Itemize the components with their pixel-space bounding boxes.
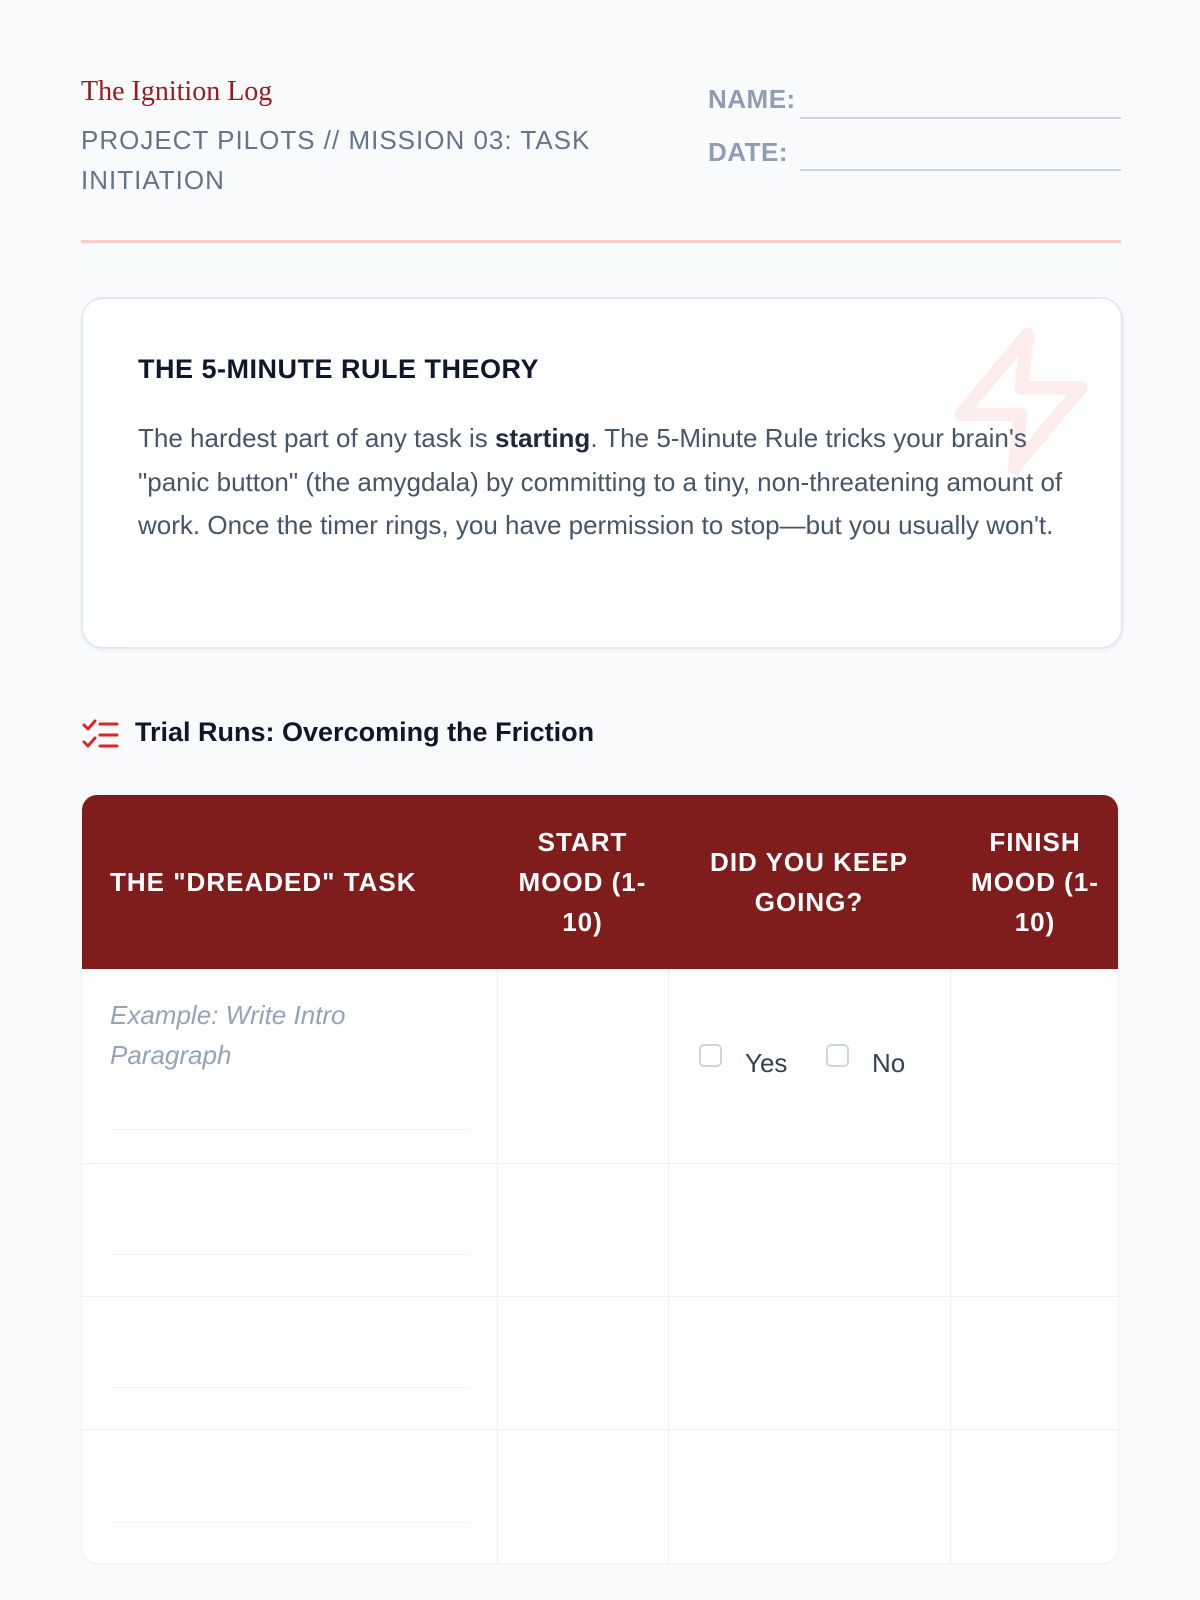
- table-row: [82, 1297, 1118, 1430]
- task-write-line[interactable]: [110, 1522, 470, 1523]
- header-divider: [81, 240, 1121, 243]
- section-title: Trial Runs: Overcoming the Friction: [135, 717, 595, 747]
- theory-text: The hardest part of any task is starting…: [138, 417, 1078, 548]
- column-header-keep-going: DID YOU KEEP GOING?: [710, 847, 908, 917]
- example-task: Example: Write Intro Paragraph: [110, 1000, 346, 1070]
- brand-title: The Ignition Log: [81, 76, 273, 107]
- table-header: THE "DREADED" TASK START MOOD (1-10) DID…: [82, 795, 1118, 969]
- student-info: NAME: DATE:: [708, 82, 1121, 188]
- yes-checkbox[interactable]: [699, 1044, 722, 1067]
- trial-runs-table: THE "DREADED" TASK START MOOD (1-10) DID…: [81, 794, 1119, 1564]
- column-header-start-mood: START MOOD (1-10): [518, 827, 647, 937]
- task-write-line[interactable]: [110, 1387, 470, 1388]
- date-row: DATE:: [708, 135, 1121, 188]
- theory-text-emphasis: starting: [494, 423, 591, 453]
- column-header-task: THE "DREADED" TASK: [110, 867, 417, 897]
- column-header-finish-mood: FINISH MOOD (1-10): [971, 827, 1099, 937]
- theory-title: THE 5-MINUTE RULE THEORY: [138, 354, 540, 384]
- no-label: No: [872, 1048, 906, 1078]
- task-write-line[interactable]: [110, 1129, 470, 1130]
- date-label: DATE:: [708, 137, 789, 167]
- name-label: NAME:: [708, 84, 796, 114]
- no-checkbox[interactable]: [826, 1044, 849, 1067]
- worksheet-header: The Ignition Log PROJECT PILOTS // MISSI…: [81, 72, 1121, 242]
- checklist-icon: [82, 719, 119, 748]
- table-row: [82, 1164, 1118, 1297]
- table-row: [82, 1430, 1118, 1563]
- mission-subtitle: PROJECT PILOTS // MISSION 03: TASK INITI…: [81, 125, 591, 195]
- theory-text-start: The hardest part of any task is: [138, 423, 495, 453]
- yes-label: Yes: [745, 1048, 788, 1078]
- worksheet-page: The Ignition Log PROJECT PILOTS // MISSI…: [0, 0, 1200, 1600]
- table-row-example: Example: Write Intro Paragraph Yes No: [82, 969, 1118, 1164]
- section-heading: Trial Runs: Overcoming the Friction: [81, 713, 781, 757]
- name-row: NAME:: [708, 82, 1121, 135]
- task-write-line[interactable]: [110, 1254, 470, 1255]
- name-field[interactable]: [800, 117, 1121, 119]
- theory-card: THE 5-MINUTE RULE THEORY The hardest par…: [81, 297, 1123, 649]
- date-field[interactable]: [800, 169, 1121, 171]
